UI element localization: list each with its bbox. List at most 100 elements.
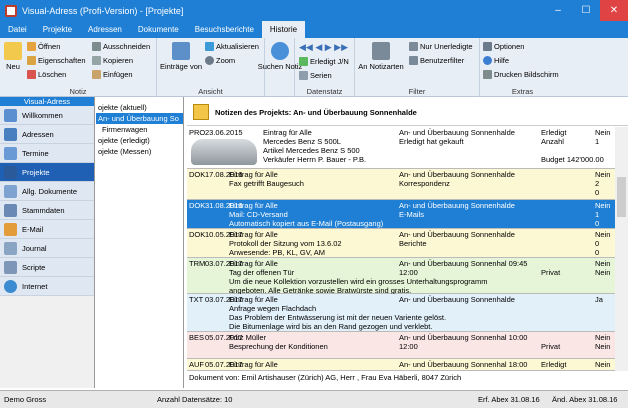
sidebar-item-adressen[interactable]: Adressen <box>0 125 94 144</box>
note-value: Nein <box>595 360 611 369</box>
note-project: An- und Überbauung Sonnenhalde <box>399 201 515 210</box>
vertical-scrollbar[interactable] <box>615 127 628 371</box>
tree-node[interactable]: ojekte (erledigt) <box>96 135 183 146</box>
note-text: Anwesende: PB, KL, GV, AM <box>229 248 326 257</box>
note-row[interactable]: TXT 03.07.2017 Eintrag für Alle Anfrage weg… <box>187 294 615 332</box>
sidebar-item-projekte[interactable]: Projekte <box>0 163 94 182</box>
note-text: Protokoll der Sitzung vom 13.6.02 <box>229 239 342 248</box>
sidebar-label: Stammdaten <box>22 205 65 215</box>
note-row[interactable]: DOK 31.08.2016 Eintrag für Alle Mail: CD-Ve… <box>187 200 615 229</box>
drucken-button[interactable]: Drucken Bildschirm <box>483 70 559 79</box>
sidebar-label: Termine <box>22 148 49 158</box>
menu-adressen[interactable]: Adressen <box>80 21 130 38</box>
oeffnen-label: Öffnen <box>38 42 61 51</box>
note-value: 1 <box>595 210 600 219</box>
note-row[interactable]: PRO 23.06.2015 Eintrag für Alle Mercedes Be… <box>187 127 615 169</box>
tree-node-selected[interactable]: An- und Überbauung So <box>96 113 183 124</box>
nur-unerledigte-button[interactable]: Nur Unerledigte <box>409 42 473 51</box>
note-text: Das Problem der Entwässerung ist mit der… <box>229 313 447 322</box>
notes-panel: Notizen des Projekts: An- und Überbauung… <box>187 99 628 388</box>
minimize-button[interactable]: – <box>544 0 572 21</box>
note-text: Automatisch kopiert aus E-Mail (Postausg… <box>229 219 384 228</box>
projects-icon <box>4 165 17 179</box>
note-value: Nein <box>595 201 611 210</box>
note-text: Eintrag für Alle <box>229 259 278 268</box>
note-value: 0 <box>595 248 600 257</box>
note-value: 2 <box>595 179 600 188</box>
sidebar-item-journal[interactable]: Journal <box>0 239 94 258</box>
journal-icon <box>4 241 17 255</box>
menu-dokumente[interactable]: Dokumente <box>130 21 187 38</box>
maximize-button[interactable]: ☐ <box>572 0 600 21</box>
status-modified: Änd. Abex 31.08.16 <box>552 395 618 404</box>
note-row[interactable]: DOK 10.05.2017 Eintrag für Alle Protokoll d… <box>187 229 615 258</box>
menu-datei[interactable]: Datei <box>0 21 35 38</box>
car-image <box>191 139 257 165</box>
properties-icon <box>27 56 36 65</box>
status-bar: Demo Gross Anzahl Datensätze: 10 Erf. Ab… <box>0 390 628 408</box>
group-label-extras: Extras <box>511 87 534 96</box>
note-text: Mail: CD-Versand <box>229 210 288 219</box>
note-value: Nein <box>595 230 611 239</box>
tree-node[interactable]: ojekte (Messen) <box>96 146 183 157</box>
optionen-button[interactable]: Optionen <box>483 42 524 51</box>
sidebar-item-termine[interactable]: Termine <box>0 144 94 163</box>
ausschneiden-button[interactable]: Ausschneiden <box>92 42 150 51</box>
hilfe-label: Hilfe <box>494 56 510 65</box>
master-data-icon <box>4 203 17 217</box>
note-status: Privat <box>541 268 561 277</box>
sidebar: Visual-Adress Willkommen Adressen Termin… <box>0 97 95 388</box>
aktualisieren-button[interactable]: Aktualisieren <box>205 42 259 51</box>
sidebar-item-scripte[interactable]: Scripte <box>0 258 94 277</box>
einfuegen-button[interactable]: Einfügen <box>92 70 133 79</box>
close-button[interactable]: ✕ <box>600 0 628 21</box>
note-row[interactable]: AUF 05.07.2017 Eintrag für Alle An- und Übe… <box>187 359 615 371</box>
sidebar-item-stammdaten[interactable]: Stammdaten <box>0 201 94 220</box>
note-text: Eintrag für Alle <box>229 360 278 369</box>
title-bar: Visual-Adress (Profi-Version) - [Projekt… <box>0 0 628 21</box>
menu-historie[interactable]: Historie <box>261 21 306 38</box>
tree-node[interactable]: ojekte (aktuell) <box>96 102 183 113</box>
serien-button[interactable]: Serien <box>299 71 332 80</box>
sidebar-label: Willkommen <box>22 110 63 120</box>
menu-projekte[interactable]: Projekte <box>35 21 80 38</box>
note-project: Erledigt hat gekauft <box>399 137 464 146</box>
cut-icon <box>92 42 101 51</box>
hilfe-button[interactable]: Hilfe <box>483 56 509 65</box>
tree-node[interactable]: Firmenwagen <box>96 124 183 135</box>
copy-icon <box>92 56 101 65</box>
sidebar-item-allg-dokumente[interactable]: Allg. Dokumente <box>0 182 94 201</box>
oeffnen-button[interactable]: Öffnen <box>27 42 60 51</box>
erledigt-button[interactable]: Erledigt J/N <box>299 57 349 66</box>
eigenschaften-button[interactable]: Eigenschaften <box>27 56 86 65</box>
series-icon <box>299 71 308 80</box>
sidebar-item-willkommen[interactable]: Willkommen <box>0 106 94 125</box>
status-created: Erf. Abex 31.08.16 <box>478 395 540 404</box>
sidebar-item-email[interactable]: E-Mail <box>0 220 94 239</box>
note-project: An- und Überbauung Sonnenhal 09:45 <box>399 259 528 268</box>
drucken-label: Drucken Bildschirm <box>494 70 559 79</box>
group-label-notiz: Notiz <box>69 87 87 96</box>
scrollbar-thumb[interactable] <box>617 177 626 217</box>
zoom-button[interactable]: Zoom <box>205 56 235 65</box>
an-notizarten-button[interactable]: An Notizarten <box>358 42 404 71</box>
neu-button[interactable]: Neu <box>3 42 23 71</box>
note-text: Eintrag für Alle <box>229 230 278 239</box>
eintraege-von-button[interactable]: Einträge von <box>160 42 202 71</box>
suchen-notiz-button[interactable]: Suchen Notiz <box>258 42 302 71</box>
record-nav[interactable]: ◀◀ ◀ ▶ ▶▶ <box>299 42 348 53</box>
sidebar-item-internet[interactable]: Internet <box>0 277 94 296</box>
menu-bar: Datei Projekte Adressen Dokumente Besuch… <box>0 21 628 38</box>
kopieren-button[interactable]: Kopieren <box>92 56 133 65</box>
status-count: Anzahl Datensätze: 10 <box>157 395 233 404</box>
note-row[interactable]: TRM 03.07.2017 Eintrag für Alle Tag der off… <box>187 258 615 295</box>
note-project: E-Mails <box>399 210 425 219</box>
note-type: DOK <box>189 230 206 239</box>
benutzerfilter-button[interactable]: Benutzerfilter <box>409 56 464 65</box>
entries-from-icon <box>172 42 190 60</box>
note-status: Anzahl <box>541 137 564 146</box>
note-row[interactable]: DOK 17.08.2016 Eintrag für Alle Fax getriff… <box>187 169 615 200</box>
menu-besuchsberichte[interactable]: Besuchsberichte <box>187 21 262 38</box>
note-row[interactable]: BES 05.07.2017 Fritz Müller Besprechung der… <box>187 332 615 359</box>
loeschen-button[interactable]: Löschen <box>27 70 66 79</box>
